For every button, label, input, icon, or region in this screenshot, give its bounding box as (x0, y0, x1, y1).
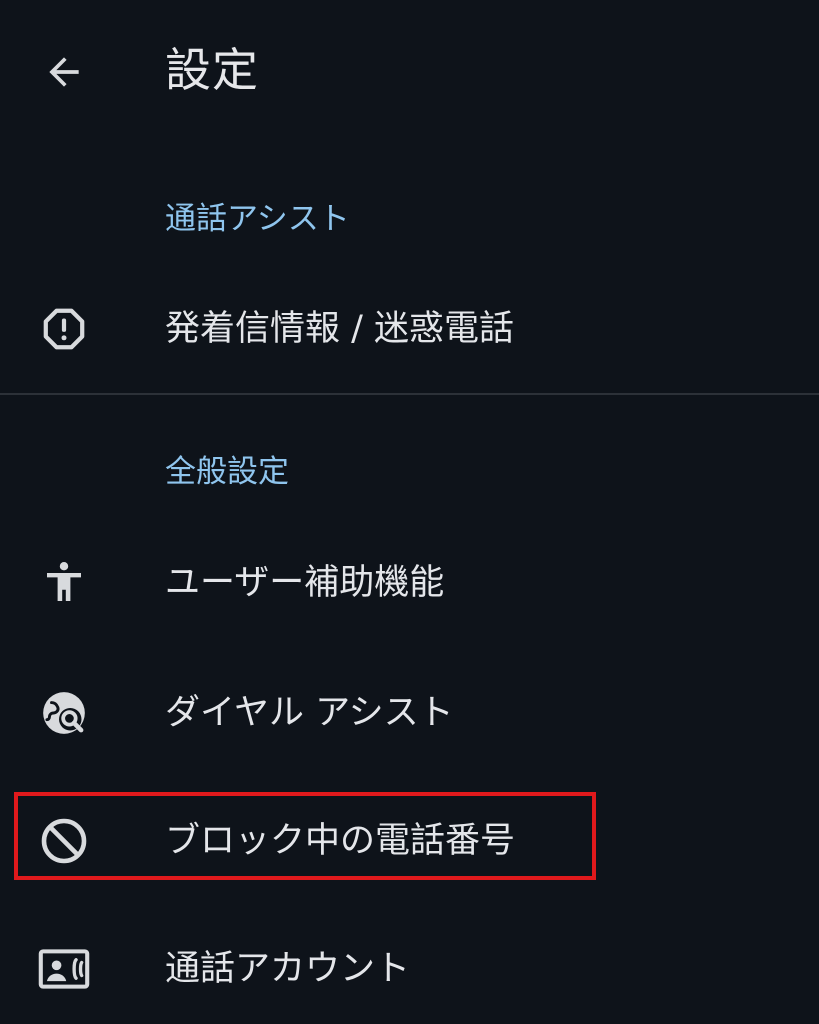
settings-item-label: 通話アカウント (165, 949, 411, 989)
arrow-left-icon (49, 57, 79, 87)
section-header-call-assist: 通話アシスト (165, 201, 350, 237)
back-button[interactable] (36, 44, 92, 100)
settings-item-label: 発着信情報 / 迷惑電話 (165, 309, 515, 349)
settings-item-label: ブロック中の電話番号 (165, 821, 516, 861)
globe-search-icon (38, 687, 90, 739)
settings-item-blocked-numbers[interactable]: ブロック中の電話番号 (0, 786, 819, 896)
octagon-alert-icon (38, 303, 90, 355)
section-header-general: 全般設定 (165, 454, 289, 490)
page-title: 設定 (165, 43, 259, 97)
block-icon (38, 815, 90, 867)
settings-item-dial-assist[interactable]: ダイヤル アシスト (0, 658, 819, 768)
section-divider (0, 393, 819, 395)
phone-account-icon (38, 943, 90, 995)
accessibility-icon (38, 557, 90, 609)
settings-screen: 設定 通話アシスト 発着信情報 / 迷惑電話 全般設定 ユーザー補助機能 ダイヤ… (0, 0, 819, 1024)
settings-item-caller-id-spam[interactable]: 発着信情報 / 迷惑電話 (0, 274, 819, 384)
settings-item-label: ダイヤル アシスト (165, 693, 454, 733)
settings-item-accessibility[interactable]: ユーザー補助機能 (0, 528, 819, 638)
settings-item-label: ユーザー補助機能 (165, 563, 445, 603)
settings-item-calling-accounts[interactable]: 通話アカウント (0, 914, 819, 1024)
